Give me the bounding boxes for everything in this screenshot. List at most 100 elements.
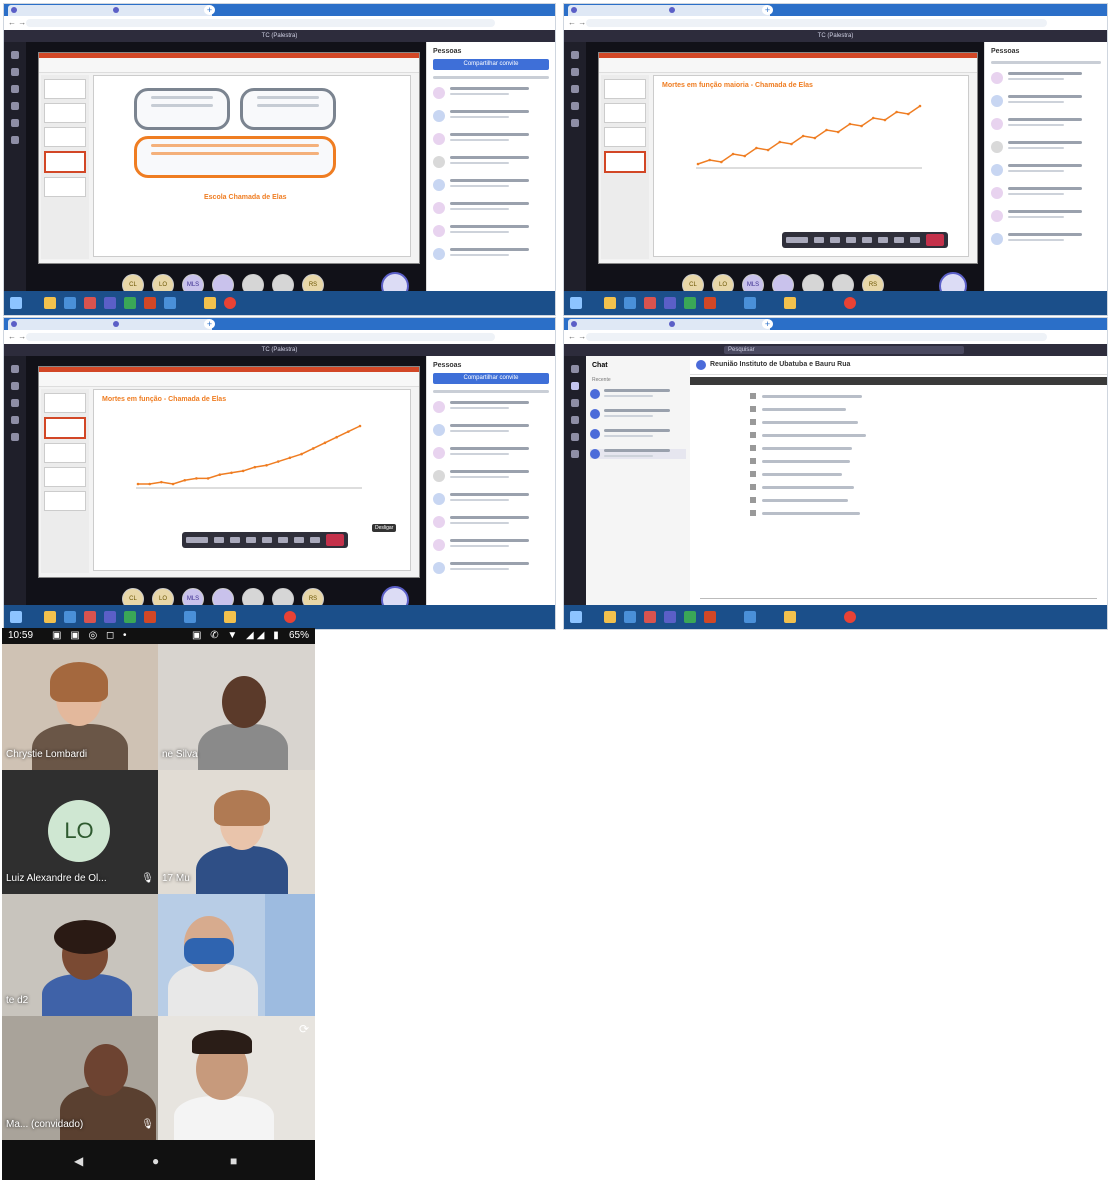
calls-icon[interactable] — [571, 119, 579, 127]
participants-icon[interactable] — [910, 237, 920, 243]
camera-icon[interactable] — [214, 537, 224, 543]
chat-icon[interactable] — [894, 237, 904, 243]
participant-row[interactable] — [433, 225, 549, 237]
start-icon[interactable] — [570, 611, 582, 623]
camera-icon[interactable] — [814, 237, 824, 243]
taskbar-app-icon[interactable] — [64, 611, 76, 623]
chat-list-item[interactable] — [590, 429, 686, 439]
start-icon[interactable] — [10, 297, 22, 309]
nav-arrows-icon[interactable]: ← → — [568, 332, 586, 341]
new-tab-button[interactable]: + — [762, 319, 773, 329]
taskbar-app-icon[interactable] — [204, 297, 216, 309]
taskbar-app-icon[interactable] — [664, 297, 676, 309]
raise-hand-icon[interactable] — [878, 237, 888, 243]
participant-row[interactable] — [433, 133, 549, 145]
slide-thumbnail-selected[interactable] — [44, 151, 86, 173]
taskbar-app-icon[interactable] — [144, 611, 156, 623]
browser-tab[interactable] — [8, 5, 120, 16]
browser-tab[interactable] — [666, 319, 770, 330]
taskbar-app-icon[interactable] — [604, 297, 616, 309]
taskbar-app-icon[interactable] — [184, 611, 196, 623]
hang-up-button[interactable] — [326, 534, 344, 546]
browser-tab[interactable] — [666, 5, 770, 16]
participant-row[interactable] — [991, 164, 1101, 176]
participant-row[interactable] — [433, 248, 549, 260]
teams-icon[interactable] — [571, 399, 579, 407]
participant-row[interactable] — [991, 72, 1101, 84]
video-tile[interactable]: Ma... (convidado) 🎙 — [2, 1016, 158, 1140]
video-tile[interactable]: 17 Mu — [158, 770, 315, 894]
teams-icon[interactable] — [571, 85, 579, 93]
taskbar-app-icon[interactable] — [704, 297, 716, 309]
chat-icon[interactable] — [11, 382, 19, 390]
participant-row[interactable] — [433, 202, 549, 214]
files-icon[interactable] — [571, 450, 579, 458]
slide-thumbnail[interactable] — [44, 79, 86, 99]
calendar-icon[interactable] — [11, 416, 19, 424]
recents-icon[interactable]: ■ — [230, 1154, 237, 1168]
participant-row[interactable] — [991, 233, 1101, 245]
share-invite-button[interactable]: Compartilhar convite — [433, 373, 549, 384]
more-icon[interactable] — [262, 537, 272, 543]
home-icon[interactable]: ● — [152, 1154, 159, 1168]
switch-camera-icon[interactable]: ⟳ — [299, 1022, 309, 1036]
chat-list-item[interactable] — [590, 389, 686, 399]
slide-thumbnail-selected[interactable] — [44, 417, 86, 439]
participant-row[interactable] — [433, 424, 549, 436]
participant-row[interactable] — [433, 562, 549, 574]
url-field[interactable] — [586, 19, 1047, 27]
participants-icon[interactable] — [310, 537, 320, 543]
browser-tab[interactable] — [8, 319, 120, 330]
chrome-icon[interactable] — [844, 611, 856, 623]
mic-icon[interactable] — [830, 237, 840, 243]
calendar-icon[interactable] — [571, 416, 579, 424]
participant-row[interactable] — [433, 401, 549, 413]
taskbar-app-icon[interactable] — [744, 297, 756, 309]
browser-tab[interactable] — [110, 5, 212, 16]
participant-row[interactable] — [991, 141, 1101, 153]
taskbar-app-icon[interactable] — [64, 297, 76, 309]
slide-thumbnail[interactable] — [44, 491, 86, 511]
taskbar-app-icon[interactable] — [84, 297, 96, 309]
video-tile[interactable]: te d2 — [2, 894, 158, 1016]
back-icon[interactable]: ◀ — [74, 1154, 83, 1168]
start-icon[interactable] — [570, 297, 582, 309]
mic-icon[interactable] — [230, 537, 240, 543]
taskbar-app-icon[interactable] — [684, 611, 696, 623]
participant-row[interactable] — [433, 87, 549, 99]
nav-arrows-icon[interactable]: ← → — [568, 18, 586, 27]
participant-row[interactable] — [433, 493, 549, 505]
browser-tab[interactable] — [568, 5, 676, 16]
compose-box[interactable] — [700, 588, 1097, 599]
participant-row[interactable] — [433, 516, 549, 528]
taskbar-app-icon[interactable] — [124, 297, 136, 309]
raise-hand-icon[interactable] — [278, 537, 288, 543]
start-icon[interactable] — [10, 611, 22, 623]
taskbar-app-icon[interactable] — [704, 611, 716, 623]
slide-thumbnail[interactable] — [44, 467, 86, 487]
chat-icon[interactable] — [571, 382, 579, 390]
files-icon[interactable] — [11, 136, 19, 144]
video-tile[interactable]: Chrystie Lombardi — [2, 644, 158, 770]
new-tab-button[interactable]: + — [762, 5, 773, 15]
participant-row[interactable] — [991, 95, 1101, 107]
activity-icon[interactable] — [11, 51, 19, 59]
participant-row[interactable] — [433, 447, 549, 459]
url-field[interactable] — [26, 19, 495, 27]
address-bar[interactable]: ← → — [564, 16, 1107, 31]
participant-row[interactable] — [433, 110, 549, 122]
slide-thumbnail[interactable] — [604, 127, 646, 147]
chrome-icon[interactable] — [224, 297, 236, 309]
video-tile[interactable] — [158, 894, 315, 1016]
slide-thumbnail[interactable] — [44, 443, 86, 463]
chat-list-item[interactable] — [590, 409, 686, 419]
slide-thumbnail[interactable] — [44, 127, 86, 147]
participant-row[interactable] — [991, 187, 1101, 199]
taskbar-app-icon[interactable] — [644, 297, 656, 309]
address-bar[interactable]: ← → — [4, 330, 555, 345]
taskbar-app-icon[interactable] — [684, 297, 696, 309]
taskbar-app-icon[interactable] — [624, 297, 636, 309]
teams-icon[interactable] — [11, 399, 19, 407]
video-tile[interactable]: LO Luiz Alexandre de Ol... 🎙 — [2, 770, 158, 894]
taskbar-app-icon[interactable] — [44, 297, 56, 309]
